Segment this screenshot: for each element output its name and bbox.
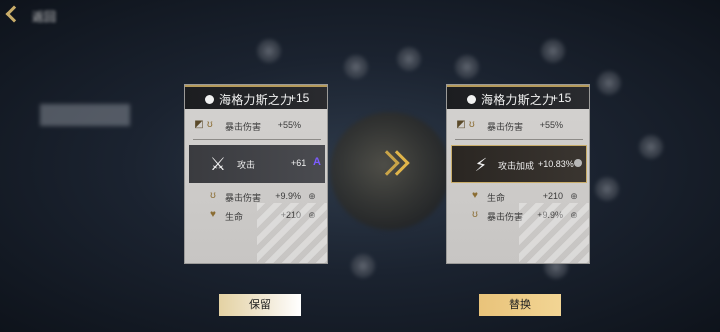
- stat-value: +9.9%: [275, 191, 301, 201]
- chevron-left-icon: [5, 5, 23, 23]
- stat-row: ◩ ʊ 暴击伤害 +55%: [447, 116, 589, 134]
- stat-value: +210: [280, 210, 301, 220]
- current-core-card: 海格力斯之力 +15 ◩ ʊ 暴击伤害 +55% ⚔ 攻击 +61 A ʊ 暴击…: [184, 84, 328, 264]
- replace-button[interactable]: 替换: [479, 294, 561, 316]
- stat-value: +9.9%: [537, 210, 563, 220]
- stat-row: ♥ 生命 +210 ⊕: [185, 206, 327, 224]
- rank-badge: A: [313, 156, 321, 168]
- rarity-dot-icon: [467, 95, 476, 104]
- back-label: 返回: [32, 10, 57, 24]
- laurel-icon: ʊ: [210, 190, 216, 201]
- stat-label: 生命: [225, 212, 244, 222]
- stat-value: +55%: [277, 120, 301, 130]
- main-stat-row: ⚔ 攻击 +61 A: [189, 145, 325, 183]
- bg-node: [345, 56, 367, 78]
- lock-icon[interactable]: ⊕: [569, 210, 579, 220]
- bg-node: [258, 40, 280, 62]
- main-stat-row: ⚡ 攻击加成 +10.83%: [451, 145, 587, 183]
- laurel-icon: ʊ: [207, 119, 213, 130]
- core-level: +15: [289, 91, 310, 105]
- bg-node: [352, 255, 374, 277]
- attack-bonus-icon: ⚡: [474, 155, 488, 175]
- core-name: 海格力斯之力: [481, 93, 555, 107]
- lock-toggle-icon[interactable]: ◩: [455, 119, 467, 131]
- stat-row: ʊ 暴击伤害 +9.9% ⊕: [185, 187, 327, 205]
- core-name: 海格力斯之力: [219, 93, 293, 107]
- stat-row: ʊ 暴击伤害 +9.9% ⊕: [447, 206, 589, 224]
- heart-icon: ♥: [472, 190, 478, 201]
- bg-node: [596, 178, 618, 200]
- back-button[interactable]: 返回: [5, 5, 68, 26]
- sword-icon: ⚔: [209, 154, 227, 174]
- bg-node: [398, 48, 420, 70]
- lock-icon[interactable]: [574, 159, 582, 167]
- stat-label: 暴击伤害: [487, 122, 524, 132]
- heart-icon: ♥: [210, 209, 216, 220]
- divider: [193, 139, 321, 140]
- main-stat-value: +10.83%: [538, 159, 574, 169]
- lock-toggle-icon[interactable]: ◩: [193, 119, 205, 131]
- keep-button[interactable]: 保留: [219, 294, 301, 316]
- bg-node: [598, 72, 620, 94]
- background-layer: [0, 0, 720, 332]
- stat-label: 暴击伤害: [225, 193, 262, 203]
- divider: [455, 139, 583, 140]
- bg-node: [542, 40, 564, 62]
- rarity-dot-icon: [205, 95, 214, 104]
- core-level: +15: [551, 91, 572, 105]
- main-stat-value: +61: [291, 158, 307, 168]
- laurel-icon: ʊ: [472, 209, 478, 220]
- replace-arrow-icon: [374, 150, 412, 180]
- card-header: 海格力斯之力 +15: [447, 85, 589, 109]
- stat-label: 生命: [487, 193, 506, 203]
- stat-value: +210: [542, 191, 563, 201]
- stat-label: 暴击伤害: [487, 212, 524, 222]
- laurel-icon: ʊ: [469, 119, 475, 130]
- lock-icon[interactable]: ⊕: [569, 191, 579, 201]
- lock-icon[interactable]: ⊕: [307, 191, 317, 201]
- bg-node: [640, 136, 662, 158]
- bg-node: [456, 56, 478, 78]
- main-stat-label: 攻击: [237, 160, 256, 170]
- new-core-card: 海格力斯之力 +15 ◩ ʊ 暴击伤害 +55% ⚡ 攻击加成 +10.83% …: [446, 84, 590, 264]
- stat-row: ♥ 生命 +210 ⊕: [447, 187, 589, 205]
- bg-side-panel: [40, 104, 130, 126]
- main-stat-label: 攻击加成: [498, 161, 535, 171]
- stat-label: 暴击伤害: [225, 122, 262, 132]
- card-header: 海格力斯之力 +15: [185, 85, 327, 109]
- stat-value: +55%: [539, 120, 563, 130]
- stat-row: ◩ ʊ 暴击伤害 +55%: [185, 116, 327, 134]
- lock-icon[interactable]: ⊕: [307, 210, 317, 220]
